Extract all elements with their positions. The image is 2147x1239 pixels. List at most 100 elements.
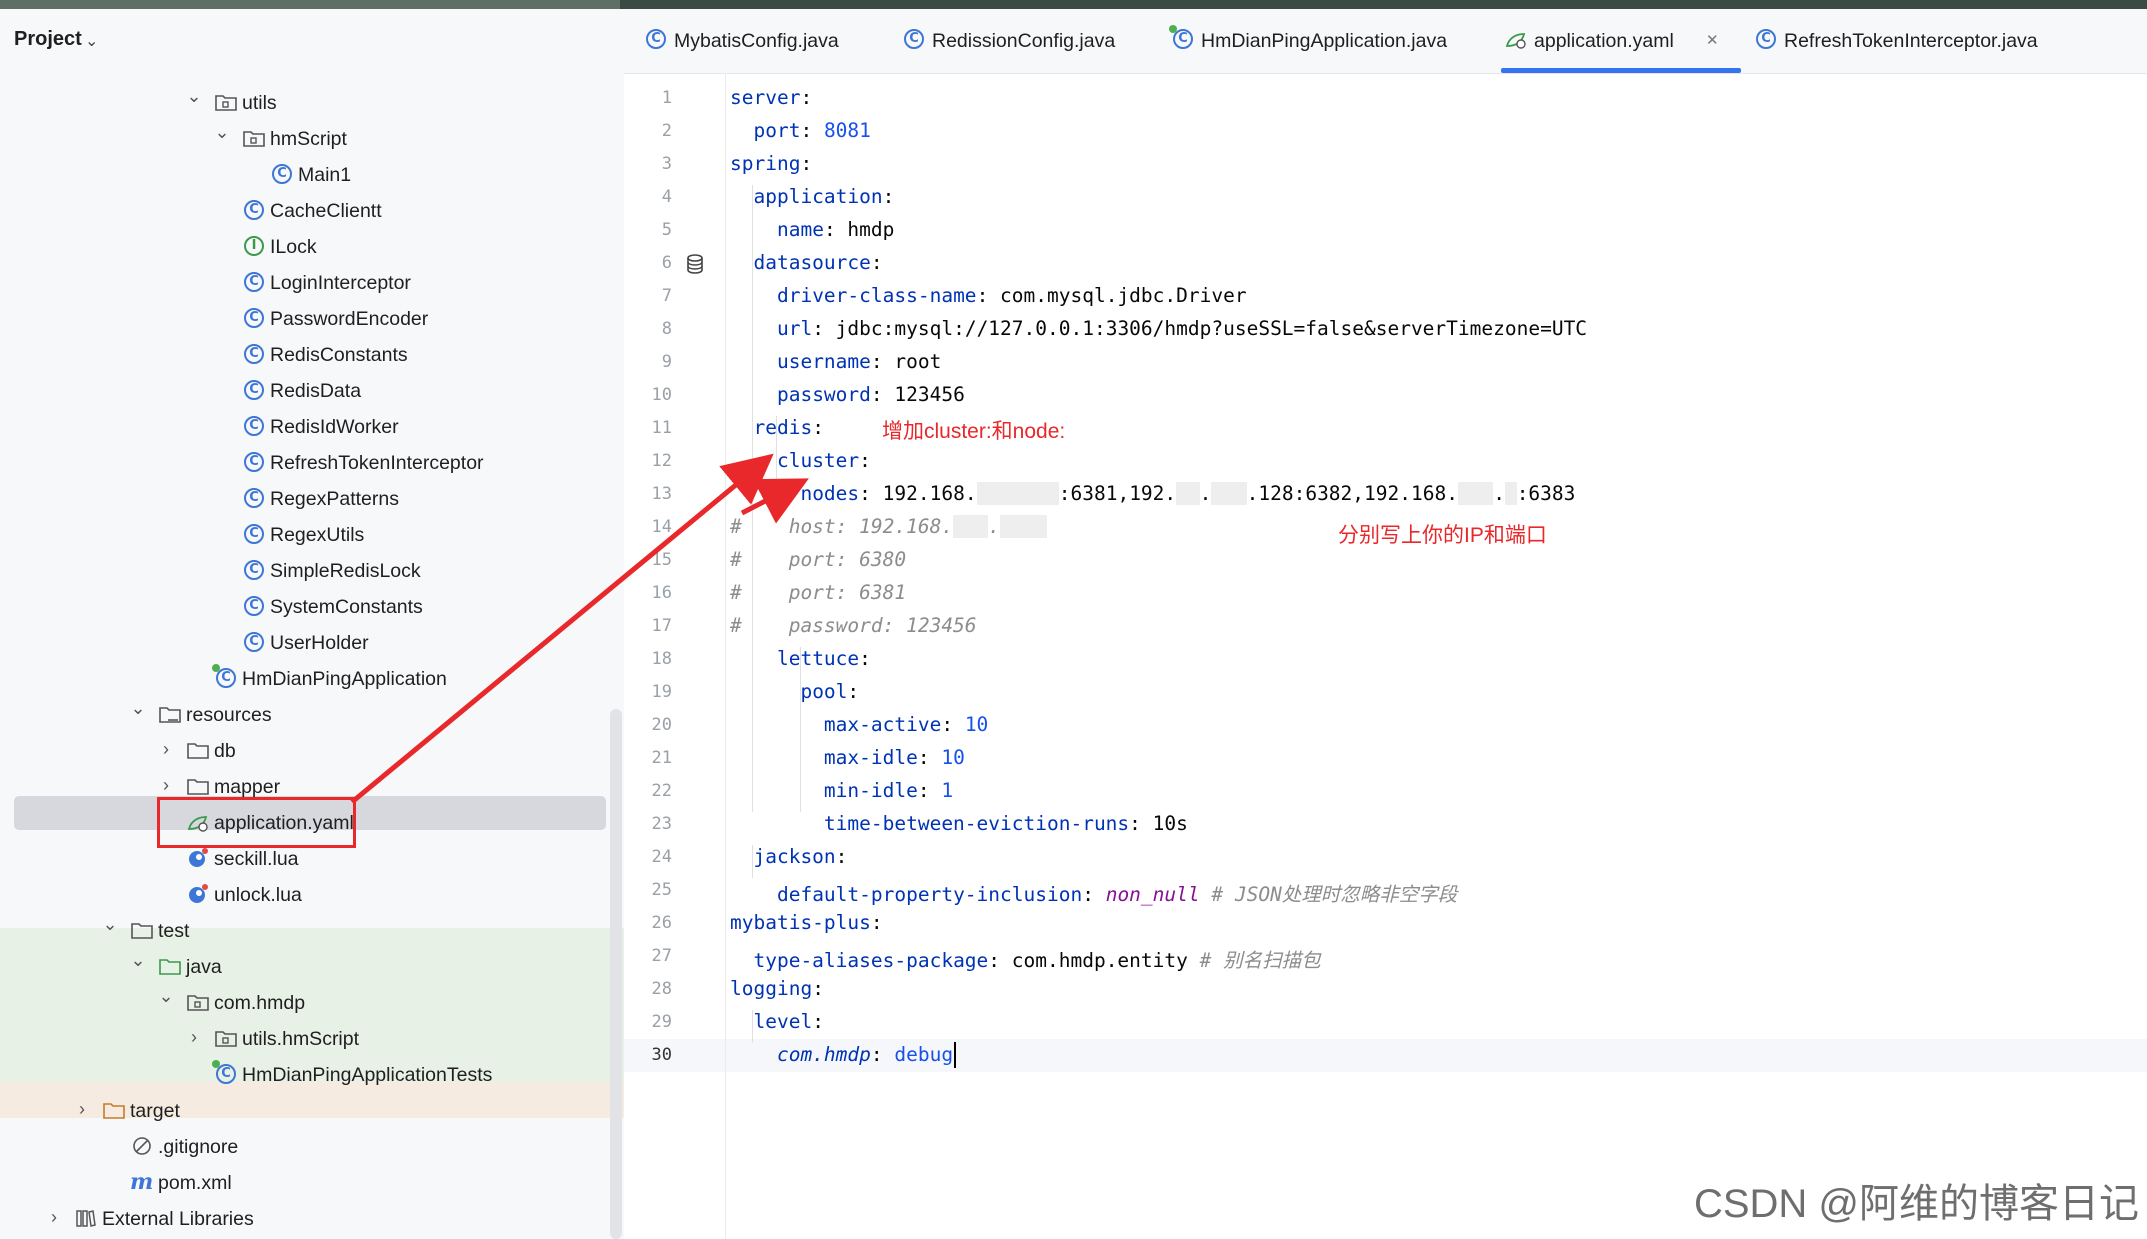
chevron-down-icon[interactable]: ⌄ — [156, 986, 176, 1007]
tree-item-label: hmScript — [270, 128, 347, 150]
active-tab-indicator — [1501, 68, 1741, 73]
database-icon[interactable] — [684, 253, 706, 280]
indent-guide — [752, 845, 753, 878]
line-number: 2 — [661, 121, 672, 141]
chevron-down-icon[interactable]: ⌄ — [212, 122, 232, 143]
tree-item-target[interactable]: › target — [0, 1093, 624, 1129]
chevron-down-icon[interactable]: ⌄ — [128, 698, 148, 719]
line-number: 11 — [651, 418, 672, 438]
tree-item-resources[interactable]: ⌄ resources — [0, 697, 624, 733]
tree-item-label: CacheClientt — [270, 200, 382, 222]
line-number: 1 — [661, 88, 672, 108]
tree-item-hmdianpingapplicationtests[interactable]: C HmDianPingApplicationTests — [0, 1057, 624, 1093]
tree-item-label: unlock.lua — [214, 884, 302, 906]
tree-item-redisidworker[interactable]: C RedisIdWorker — [0, 409, 624, 445]
line-number: 9 — [661, 352, 672, 372]
tree-item-refreshtokeninterceptor[interactable]: C RefreshTokenInterceptor — [0, 445, 624, 481]
class-icon: C — [242, 486, 266, 510]
chevron-right-icon[interactable]: › — [156, 739, 176, 760]
project-header[interactable]: Project ⌄ — [0, 9, 624, 73]
chevron-down-icon[interactable]: ⌄ — [128, 950, 148, 971]
close-icon[interactable]: ✕ — [1706, 31, 1719, 49]
tree-item-redisconstants[interactable]: C RedisConstants — [0, 337, 624, 373]
tree-item-label: RedisConstants — [270, 344, 408, 366]
code-line: mybatis-plus: — [730, 911, 883, 934]
code-line: server: — [730, 86, 813, 109]
maven-icon: m — [130, 1169, 154, 1195]
excluded-folder-icon — [102, 1098, 126, 1122]
tree-item-com-hmdp[interactable]: ⌄ com.hmdp — [0, 985, 624, 1021]
tree-item-logininterceptor[interactable]: C LoginInterceptor — [0, 265, 624, 301]
line-number: 23 — [651, 814, 672, 834]
line-number: 30 — [651, 1045, 672, 1065]
tree-item-test[interactable]: ⌄ test — [0, 913, 624, 949]
redacted-mask: xxxx — [1000, 515, 1048, 538]
chevron-right-icon[interactable]: › — [156, 775, 176, 796]
redacted-mask: x — [1504, 482, 1517, 505]
tree-item-systemconstants[interactable]: C SystemConstants — [0, 589, 624, 625]
tree-item-userholder[interactable]: C UserHolder — [0, 625, 624, 661]
chevron-right-icon[interactable]: › — [184, 1027, 204, 1048]
annotation-fill-ip-port: 分别写上你的IP和端口 — [1338, 524, 1547, 547]
project-title[interactable]: Project — [14, 28, 82, 51]
annotation-add-cluster: 增加cluster:和node: — [882, 420, 1066, 443]
window-title-strip — [0, 0, 2147, 9]
tree-item-cacheclientt[interactable]: C CacheClientt — [0, 193, 624, 229]
code-line: level: — [753, 1010, 824, 1033]
code-line: pool: — [800, 680, 860, 703]
code-line: nodes: 192.168.xxx.xxx:6381,192.xx.xxx.1… — [800, 482, 1576, 505]
code-line: # port: 6380 — [730, 548, 907, 571]
folder-icon — [186, 774, 210, 798]
tree-item-simpleredislock[interactable]: C SimpleRedisLock — [0, 553, 624, 589]
tree-item-label: utils — [242, 92, 277, 114]
package-folder-icon — [186, 990, 210, 1014]
folder-icon — [186, 738, 210, 762]
class-icon: C — [644, 27, 668, 51]
tree-item-redisdata[interactable]: C RedisData — [0, 373, 624, 409]
tree-item-regexutils[interactable]: C RegexUtils — [0, 517, 624, 553]
code-line: application: — [753, 185, 895, 208]
code-line: password: 123456 — [776, 383, 965, 406]
line-number: 15 — [651, 550, 672, 570]
tree-item-external-libraries[interactable]: › External Libraries — [0, 1201, 624, 1237]
tab-label: RedissionConfig.java — [932, 30, 1116, 52]
project-scrollbar[interactable] — [610, 709, 622, 1239]
redacted-mask: xxx — [1457, 482, 1494, 505]
tree-item-unlock-lua[interactable]: unlock.lua — [0, 877, 624, 913]
tree-item-ilock[interactable]: I ILock — [0, 229, 624, 265]
yaml-icon — [1504, 27, 1528, 56]
chevron-right-icon[interactable]: › — [44, 1207, 64, 1228]
class-icon: C — [242, 630, 266, 654]
tree-item-java[interactable]: ⌄ java — [0, 949, 624, 985]
tree-item-label: utils.hmScript — [242, 1028, 360, 1050]
tree-item-label: UserHolder — [270, 632, 369, 654]
tree-item-utils[interactable]: ⌄ utils — [0, 85, 624, 121]
tree-item-label: RegexUtils — [270, 524, 365, 546]
tree-item-db[interactable]: › db — [0, 733, 624, 769]
test-folder-icon — [158, 954, 182, 978]
class-icon: C — [242, 594, 266, 618]
chevron-down-icon[interactable]: ⌄ — [100, 914, 120, 935]
line-number: 20 — [651, 715, 672, 735]
line-number: 5 — [661, 220, 672, 240]
tree-item-utils-hmscript[interactable]: › utils.hmScript — [0, 1021, 624, 1057]
class-icon: C — [242, 378, 266, 402]
tree-item-main1[interactable]: C Main1 — [0, 157, 624, 193]
tree-item-regexpatterns[interactable]: C RegexPatterns — [0, 481, 624, 517]
tree-item-label: Main1 — [298, 164, 352, 186]
tree-item-pom-xml[interactable]: m pom.xml — [0, 1165, 624, 1201]
tree-item-hmscript[interactable]: ⌄ hmScript — [0, 121, 624, 157]
tree-item-hmdianpingapplication[interactable]: C HmDianPingApplication — [0, 661, 624, 697]
tree-item-label: SimpleRedisLock — [270, 560, 421, 582]
code-line: com.hmdp: debug — [776, 1043, 954, 1066]
code-line: max-idle: 10 — [823, 746, 965, 769]
line-number: 22 — [651, 781, 672, 801]
chevron-right-icon[interactable]: › — [72, 1099, 92, 1120]
chevron-down-icon[interactable]: ⌄ — [184, 86, 204, 107]
tree-item-passwordencoder[interactable]: C PasswordEncoder — [0, 301, 624, 337]
class-icon: C — [902, 27, 926, 51]
tree-item--gitignore[interactable]: .gitignore — [0, 1129, 624, 1165]
line-number: 8 — [661, 319, 672, 339]
tree-item-label: HmDianPingApplication — [242, 668, 447, 690]
chevron-down-icon[interactable]: ⌄ — [85, 31, 98, 51]
